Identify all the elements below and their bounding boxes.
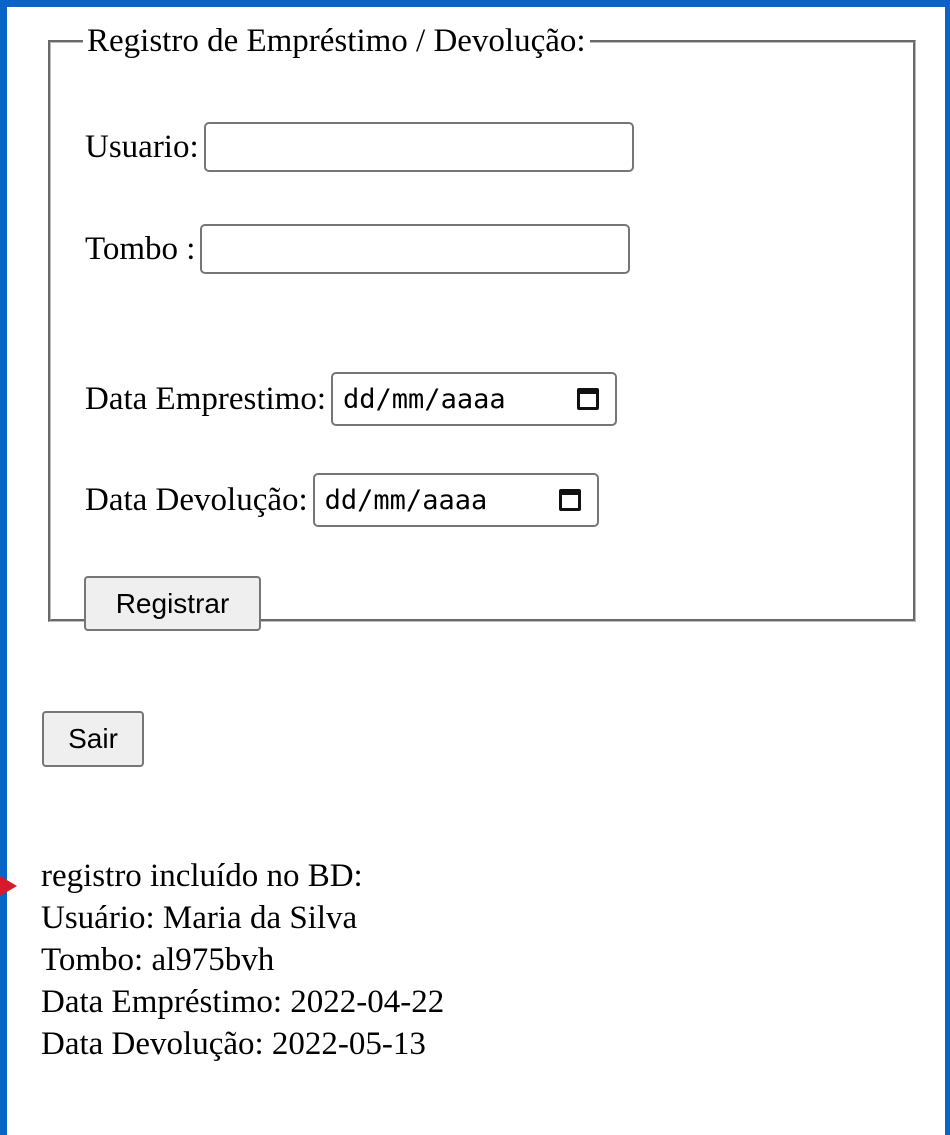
registrar-button[interactable]: Registrar (84, 576, 261, 631)
data-emprestimo-input[interactable]: dd/mm/aaaa (331, 372, 618, 426)
calendar-icon[interactable] (558, 489, 581, 511)
window-frame-left (0, 0, 7, 1135)
data-devolucao-row: Data Devolução: dd/mm/aaaa (85, 473, 599, 527)
data-devolucao-label: Data Devolução: (85, 481, 308, 518)
usuario-row: Usuario: (85, 122, 634, 172)
window-frame-top (0, 0, 950, 7)
data-emprestimo-placeholder: dd/mm/aaaa (343, 383, 506, 415)
registration-fieldset: Registro de Empréstimo / Devolução: Usua… (48, 22, 916, 631)
sair-button[interactable]: Sair (42, 711, 144, 767)
result-heading: registro incluído no BD: (41, 858, 363, 894)
data-devolucao-input[interactable]: dd/mm/aaaa (312, 473, 599, 527)
result-data-devolucao: Data Devolução: 2022-05-13 (41, 1026, 426, 1062)
window-frame-right (945, 0, 950, 1135)
tombo-label: Tombo : (85, 230, 196, 267)
usuario-label: Usuario: (85, 128, 199, 165)
data-emprestimo-label: Data Emprestimo: (85, 380, 327, 417)
tombo-input[interactable] (200, 224, 631, 274)
data-devolucao-placeholder: dd/mm/aaaa (324, 484, 488, 516)
fieldset-legend: Registro de Empréstimo / Devolução: (87, 23, 586, 59)
result-data-emprestimo: Data Empréstimo: 2022-04-22 (41, 984, 445, 1020)
tombo-row: Tombo : (85, 224, 631, 274)
result-usuario: Usuário: Maria da Silva (41, 900, 358, 936)
red-arrow-marker-icon (0, 876, 17, 896)
calendar-icon[interactable] (577, 388, 600, 410)
result-panel: registro incluído no BD: Usuário: Maria … (41, 855, 444, 1065)
result-tombo: Tombo: al975bvh (41, 942, 275, 978)
data-emprestimo-row: Data Emprestimo: dd/mm/aaaa (85, 372, 618, 426)
usuario-input[interactable] (203, 122, 634, 172)
